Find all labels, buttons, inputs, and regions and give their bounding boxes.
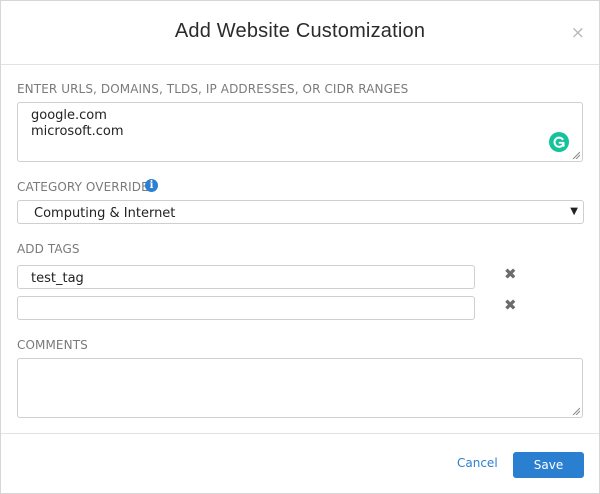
tag-input[interactable] <box>17 296 475 320</box>
remove-tag-icon[interactable]: ✖ <box>504 297 517 313</box>
dialog-header: Add Website Customization × <box>1 1 599 65</box>
save-button[interactable]: Save <box>513 452 584 478</box>
info-icon[interactable]: i <box>145 179 158 192</box>
category-select[interactable]: Computing & Internet ▼ <box>17 200 584 224</box>
dialog-footer: Cancel Save <box>1 433 599 494</box>
tag-value: test_tag <box>31 271 84 286</box>
category-selected-value: Computing & Internet <box>34 206 176 221</box>
url-line: google.com <box>31 108 107 123</box>
chevron-down-icon: ▼ <box>570 206 578 217</box>
category-label: CATEGORY OVERRIDE <box>17 180 149 194</box>
url-line: microsoft.com <box>31 124 124 139</box>
remove-tag-icon[interactable]: ✖ <box>504 266 517 282</box>
grammarly-icon[interactable] <box>549 132 569 152</box>
tags-label: ADD TAGS <box>17 242 80 256</box>
urls-text: google.com microsoft.com <box>31 108 124 140</box>
add-website-customization-dialog: Add Website Customization × ENTER URLS, … <box>0 0 600 494</box>
comments-textarea[interactable] <box>17 358 583 418</box>
urls-textarea[interactable]: google.com microsoft.com <box>17 102 583 162</box>
resize-handle-icon[interactable] <box>572 151 580 159</box>
resize-handle-icon[interactable] <box>572 407 580 415</box>
comments-label: COMMENTS <box>17 338 88 352</box>
tag-input[interactable]: test_tag <box>17 265 475 289</box>
cancel-button[interactable]: Cancel <box>457 456 498 470</box>
urls-label: ENTER URLS, DOMAINS, TLDS, IP ADDRESSES,… <box>17 82 409 96</box>
close-icon[interactable]: × <box>571 23 585 43</box>
dialog-title: Add Website Customization <box>174 20 426 42</box>
